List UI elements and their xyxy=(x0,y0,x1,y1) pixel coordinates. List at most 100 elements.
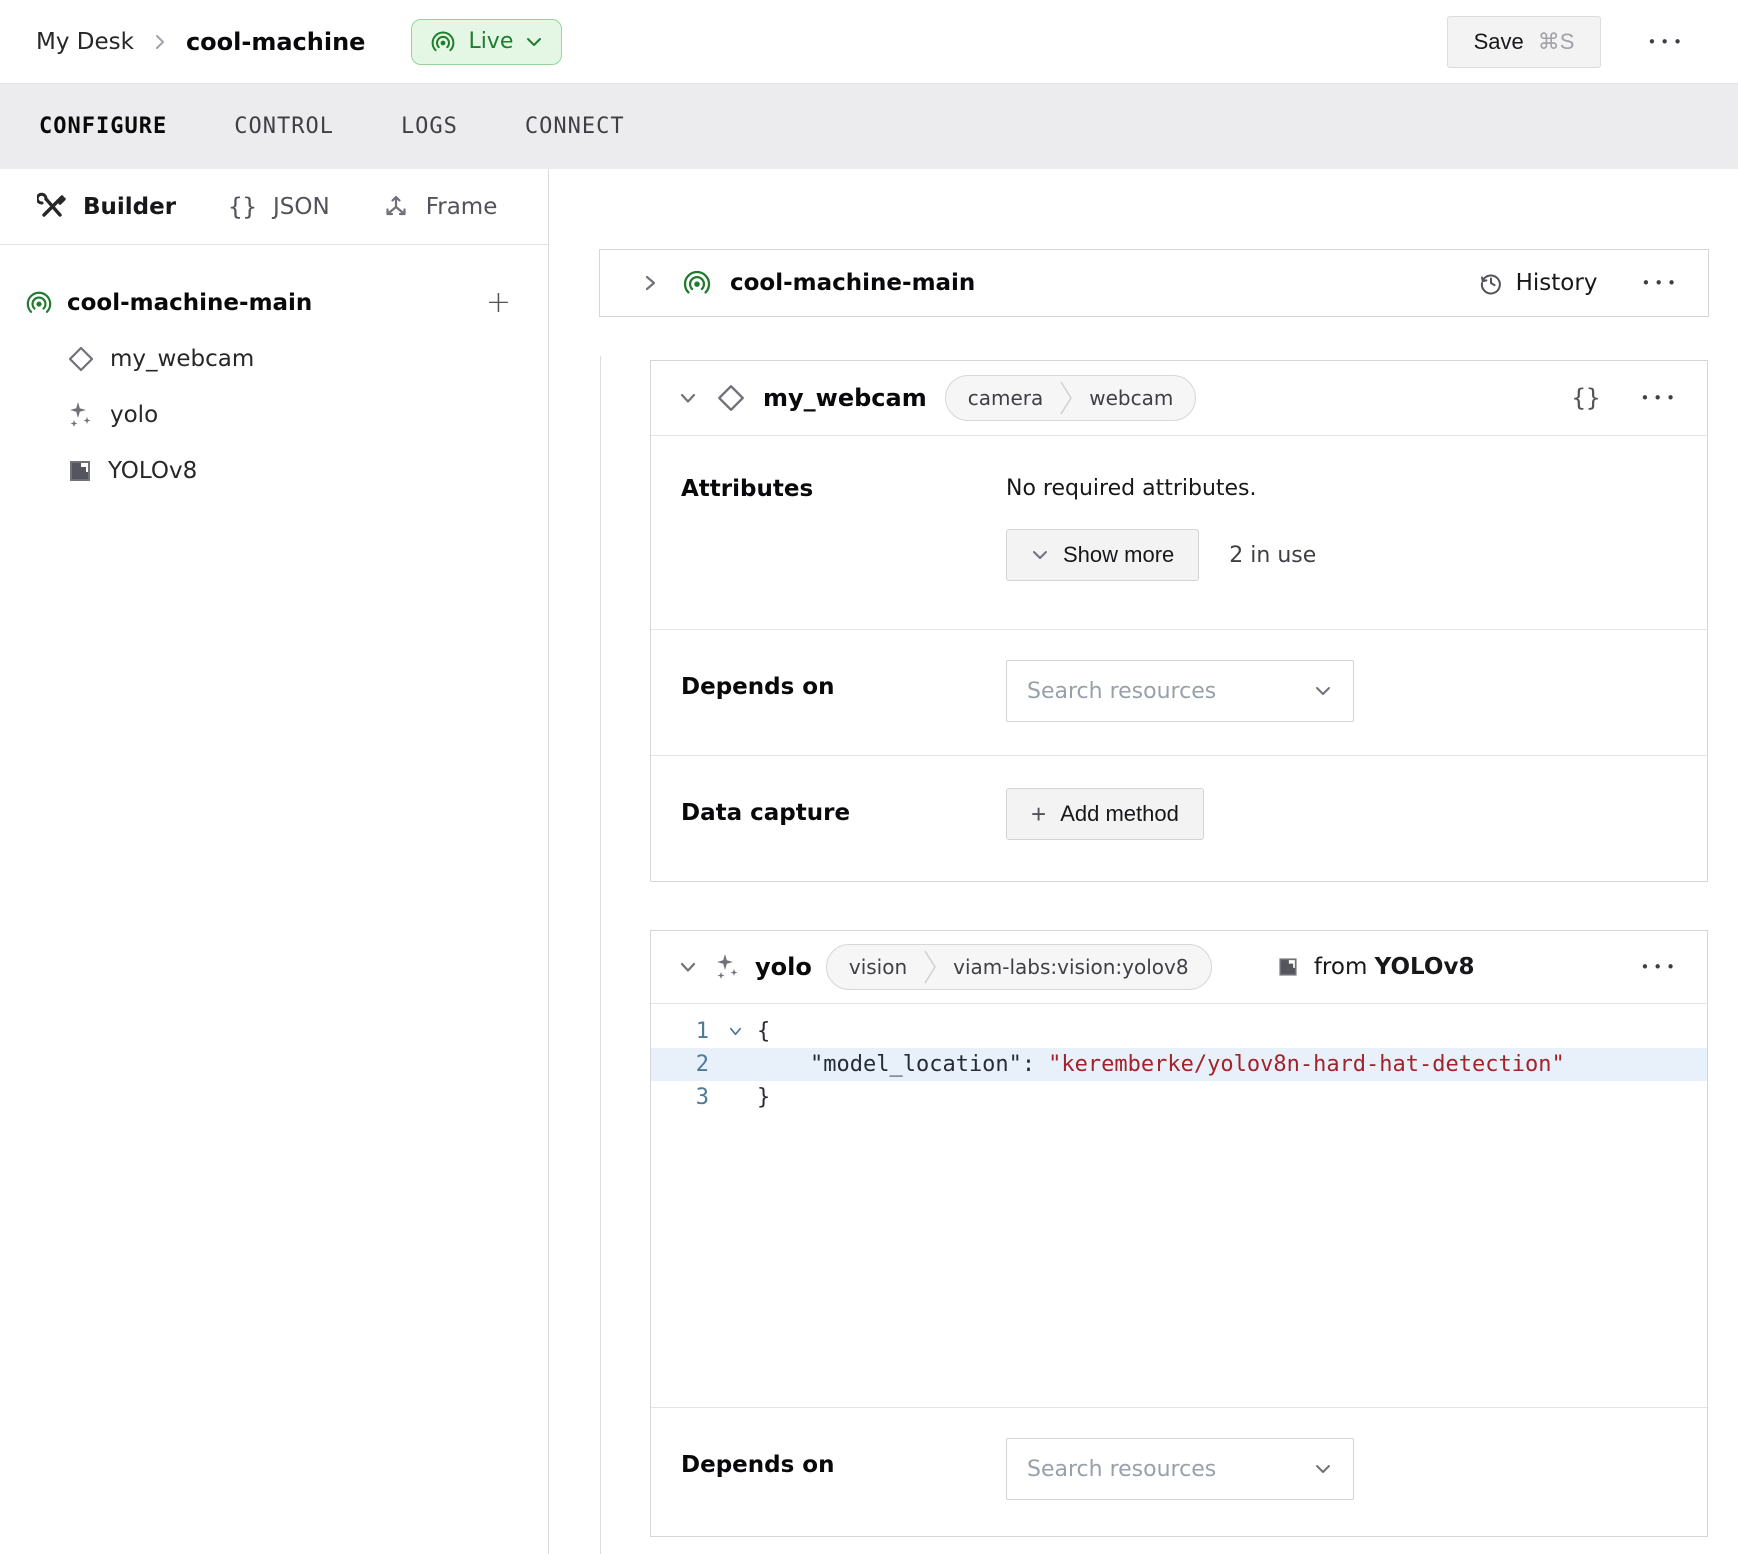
braces-icon: {} xyxy=(228,193,257,221)
part-card-title: cool-machine-main xyxy=(730,270,975,296)
tree-item-label: my_webcam xyxy=(110,346,254,372)
resource-type-tag: camera xyxy=(968,386,1044,410)
fold-toggle[interactable] xyxy=(713,1024,757,1039)
depends-on-select[interactable]: Search resources xyxy=(1006,1438,1354,1500)
show-more-label: Show more xyxy=(1063,542,1174,568)
mode-json[interactable]: {} JSON xyxy=(228,193,330,221)
configure-main-panel: cool-machine-main History ••• xyxy=(549,169,1738,1554)
part-group-rail xyxy=(600,356,601,1554)
topbar-overflow-menu[interactable]: ••• xyxy=(1647,33,1686,51)
collapse-chevron-down-icon[interactable] xyxy=(677,956,699,978)
depends-on-label: Depends on xyxy=(681,1438,1006,1538)
service-sparkles-icon xyxy=(713,952,743,982)
depends-on-select[interactable]: Search resources xyxy=(1006,660,1354,722)
attributes-section: Attributes No required attributes. Show … xyxy=(651,436,1707,630)
add-resource-button[interactable]: + xyxy=(486,288,511,318)
frame-axes-icon xyxy=(382,193,410,221)
configure-sidebar: Builder {} JSON Frame xyxy=(0,169,549,1554)
resource-tree: cool-machine-main + my_webcam yolo xyxy=(0,245,548,499)
plus-icon: + xyxy=(1031,801,1046,827)
mode-frame[interactable]: Frame xyxy=(382,193,498,221)
broadcast-icon xyxy=(682,268,712,298)
part-card-overflow-menu[interactable]: ••• xyxy=(1641,274,1680,292)
add-method-label: Add method xyxy=(1060,801,1179,827)
yolo-header: yolo vision viam-labs:vision:yolov8 xyxy=(651,931,1707,1004)
resource-type-pill: vision viam-labs:vision:yolov8 xyxy=(826,944,1212,990)
module-icon xyxy=(1276,955,1300,979)
code-line-1: 1 { xyxy=(651,1015,1707,1048)
machine-name: cool-machine xyxy=(186,28,366,56)
chevron-down-icon xyxy=(525,35,543,49)
code-line-2: 2 "model_location":"keremberke/yolov8n-h… xyxy=(651,1048,1707,1081)
resource-card-yolo: yolo vision viam-labs:vision:yolov8 xyxy=(650,930,1708,1537)
tree-item-my-webcam[interactable]: my_webcam xyxy=(0,331,548,387)
pill-divider-chevron xyxy=(1059,378,1073,418)
live-label: Live xyxy=(468,29,513,54)
tab-configure[interactable]: CONFIGURE xyxy=(39,114,167,139)
tree-item-yolo[interactable]: yolo xyxy=(0,387,548,443)
code-text: "model_location":"keremberke/yolov8n-har… xyxy=(757,1052,1565,1077)
mode-builder-label: Builder xyxy=(83,194,176,220)
edit-json-toggle[interactable]: {} xyxy=(1572,384,1601,412)
breadcrumb: My Desk cool-machine xyxy=(36,28,365,56)
add-method-button[interactable]: + Add method xyxy=(1006,788,1204,840)
tree-part-label: cool-machine-main xyxy=(67,290,486,316)
chevron-down-icon xyxy=(1031,547,1049,563)
line-number: 2 xyxy=(651,1052,713,1077)
code-text: { xyxy=(757,1019,770,1044)
resource-overflow-menu[interactable]: ••• xyxy=(1640,389,1679,407)
my-webcam-header: my_webcam camera webcam {} ••• xyxy=(651,361,1707,436)
resource-title: yolo xyxy=(755,953,812,981)
tab-control[interactable]: CONTROL xyxy=(234,114,334,139)
resource-model-tag: webcam xyxy=(1089,386,1173,410)
depends-on-placeholder: Search resources xyxy=(1027,679,1313,704)
expand-chevron-right-icon[interactable] xyxy=(640,271,660,295)
tree-item-yolov8-module[interactable]: YOLOv8 xyxy=(0,443,548,499)
broadcast-icon xyxy=(25,289,53,317)
line-number: 3 xyxy=(651,1085,713,1110)
pill-divider-chevron xyxy=(923,947,937,987)
tab-connect[interactable]: CONNECT xyxy=(525,114,625,139)
depends-on-placeholder: Search resources xyxy=(1027,1457,1313,1482)
code-line-3: 3 } xyxy=(651,1081,1707,1114)
depends-on-label: Depends on xyxy=(681,660,1006,755)
line-number: 1 xyxy=(651,1019,713,1044)
collapse-chevron-down-icon[interactable] xyxy=(677,387,699,409)
broadcast-icon xyxy=(430,29,456,55)
attributes-empty-text: No required attributes. xyxy=(1006,476,1316,501)
main-tab-bar: CONFIGURE CONTROL LOGS CONNECT xyxy=(0,84,1738,169)
module-icon xyxy=(66,457,94,485)
json-string-value: "keremberke/yolov8n-hard-hat-detection" xyxy=(1048,1052,1565,1077)
tree-item-label: yolo xyxy=(110,402,158,428)
resource-card-my-webcam: my_webcam camera webcam {} ••• Attribute… xyxy=(650,360,1708,882)
live-status-dropdown[interactable]: Live xyxy=(411,19,562,65)
history-button[interactable]: History xyxy=(1478,270,1598,296)
top-bar: My Desk cool-machine Live Save ⌘S ••• xyxy=(0,0,1738,84)
save-button[interactable]: Save ⌘S xyxy=(1447,16,1602,68)
resource-overflow-menu[interactable]: ••• xyxy=(1640,958,1679,976)
show-more-button[interactable]: Show more xyxy=(1006,529,1199,581)
resource-model-tag: viam-labs:vision:yolov8 xyxy=(953,955,1188,979)
history-label: History xyxy=(1516,270,1598,296)
from-module-group: from YOLOv8 xyxy=(1276,954,1475,980)
tab-logs[interactable]: LOGS xyxy=(401,114,458,139)
save-shortcut: ⌘S xyxy=(1538,29,1575,55)
depends-on-section: Depends on Search resources xyxy=(651,630,1707,756)
component-diamond-icon xyxy=(66,344,96,374)
tree-part-cool-machine-main[interactable]: cool-machine-main + xyxy=(0,275,548,331)
attributes-json-editor[interactable]: 1 { 2 "model_location":"keremberke/yolov… xyxy=(651,1004,1707,1407)
mode-frame-label: Frame xyxy=(426,194,498,220)
breadcrumb-root-link[interactable]: My Desk xyxy=(36,29,134,55)
data-capture-label: Data capture xyxy=(681,788,1006,883)
builder-tools-icon xyxy=(37,192,67,222)
data-capture-section: Data capture + Add method xyxy=(651,756,1707,883)
depends-on-section: Depends on Search resources xyxy=(651,1407,1707,1538)
chevron-right-icon xyxy=(152,32,168,52)
view-mode-switcher: Builder {} JSON Frame xyxy=(0,169,548,245)
chevron-down-icon xyxy=(1313,683,1333,699)
attributes-in-use-count: 2 in use xyxy=(1229,543,1316,568)
mode-builder[interactable]: Builder xyxy=(37,192,176,222)
save-label: Save xyxy=(1474,29,1524,55)
resource-title: my_webcam xyxy=(763,384,927,412)
tree-item-label: YOLOv8 xyxy=(108,458,197,484)
